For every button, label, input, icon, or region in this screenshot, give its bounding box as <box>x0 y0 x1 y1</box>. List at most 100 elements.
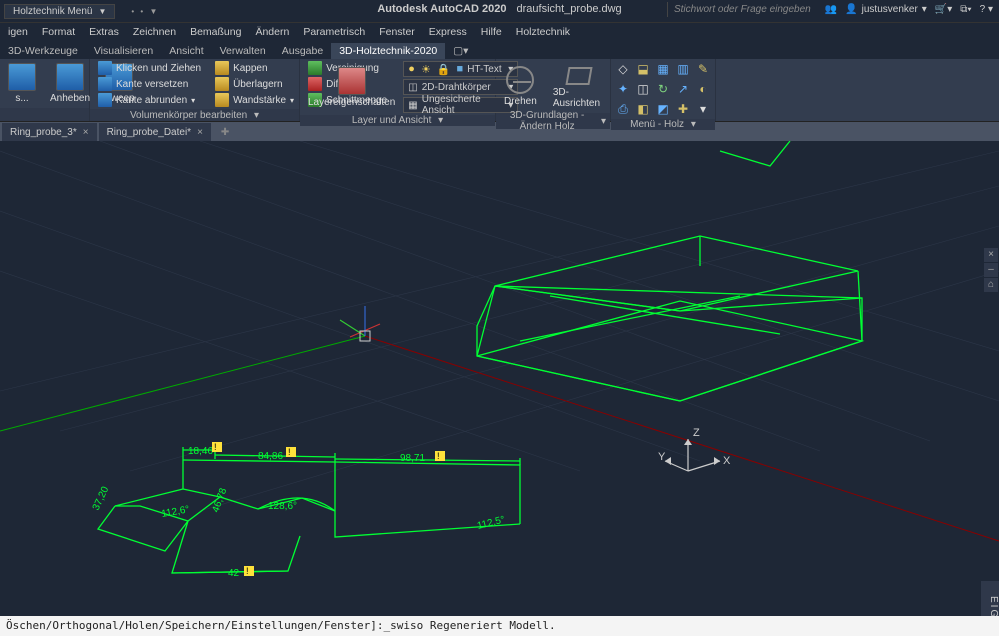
slice-button[interactable]: Kappen <box>213 61 296 75</box>
close-icon[interactable]: × <box>197 127 203 138</box>
menu-item[interactable]: Ändern <box>249 24 295 40</box>
ribbon-panel-grundlagen: Drehen 3D-Ausrichten 3D-Grundlagen - Änd… <box>496 59 611 121</box>
menu-item[interactable]: Express <box>423 24 473 40</box>
plot-icon: ■ <box>457 63 464 76</box>
ribbon-tab-addin-icon[interactable]: ▢▾ <box>445 43 476 59</box>
presspull-icon <box>98 61 112 75</box>
share-icon[interactable]: ⧉▾ <box>960 4 971 15</box>
fillet-edge-button[interactable]: Kante abrunden▾ <box>96 93 203 107</box>
chevron-down-icon: ▾ <box>922 4 927 15</box>
panel-title[interactable]: Volumenkörper bearbeiten <box>130 110 247 121</box>
drawing-canvas[interactable]: 18,46 ! 84,86 ! 98,71 ! 37,20 112,6° 46,… <box>0 141 999 617</box>
ucs-x-label: X <box>723 455 730 467</box>
tool-icon[interactable]: ◩ <box>655 101 671 117</box>
interfere-icon <box>215 77 229 91</box>
tool-icon[interactable]: ⬓ <box>635 61 651 77</box>
model-viewport[interactable]: 18,46 ! 84,86 ! 98,71 ! 37,20 112,6° 46,… <box>0 141 999 617</box>
presspull-button[interactable]: Klicken und Ziehen <box>96 61 203 75</box>
shell-icon <box>215 93 229 107</box>
command-line[interactable]: Öschen/Orthogonal/Holen/Speichern/Einste… <box>0 616 999 636</box>
ribbon-panel-menu: ◇⬓▦▥✎ ✦◫↻↗◐ ⎙◧◩✚▾ Menü - Holz ▾ <box>611 59 716 121</box>
ribbon-panel-layer: Layereigenschaften ●☀🔒■HT-Text▾ ◫2D-Drah… <box>300 59 496 121</box>
help-icon[interactable]: ? ▾ <box>980 4 993 15</box>
menu-item[interactable]: Bemaßung <box>184 24 247 40</box>
tool-icon[interactable]: ▾ <box>695 101 711 117</box>
menu-item[interactable]: Extras <box>83 24 125 40</box>
tool-icon[interactable]: ▦ <box>655 61 671 77</box>
fillet-icon <box>98 93 112 107</box>
qat-overflow-icon[interactable]: • • ▼ <box>131 7 159 16</box>
shell-button[interactable]: Wandstärke▾ <box>213 93 296 107</box>
close-icon[interactable]: × <box>83 127 89 138</box>
user-icon: 👤 <box>845 4 857 15</box>
layers-icon <box>338 67 366 95</box>
presspull-icon <box>56 63 84 91</box>
offset-edge-icon <box>98 77 112 91</box>
panel-title[interactable]: Menü - Holz <box>630 119 684 130</box>
solid-wireframe <box>477 236 862 401</box>
panel-title[interactable]: Layer und Ansicht <box>352 115 432 126</box>
new-tab-button[interactable]: ✚ <box>213 123 237 141</box>
sun-icon: ☀ <box>421 63 431 76</box>
tool-icon[interactable]: ◇ <box>615 61 631 77</box>
tool-icon[interactable]: ⎙ <box>615 101 631 117</box>
tool-icon[interactable]: ✦ <box>615 81 631 97</box>
ribbon-tab[interactable]: Ausgabe <box>274 43 331 59</box>
cart-icon[interactable]: 🛒▾ <box>935 4 952 15</box>
tool-icon[interactable]: ✎ <box>695 61 711 77</box>
document-tab[interactable]: Ring_probe_3*× <box>2 123 97 141</box>
close-viewport-icon[interactable]: × <box>984 248 998 262</box>
tool-icon[interactable]: ◧ <box>635 101 651 117</box>
file-name: draufsicht_probe.dwg <box>516 3 621 15</box>
ribbon-tab[interactable]: Verwalten <box>212 43 274 59</box>
presspull-button[interactable]: Anheben <box>48 61 92 106</box>
minimize-icon[interactable]: – <box>984 263 998 277</box>
ribbon-tab[interactable]: Ansicht <box>161 43 211 59</box>
ribbon-tab[interactable]: 3D-Werkzeuge <box>0 43 86 59</box>
tool-icon[interactable]: ✚ <box>675 101 691 117</box>
search-input[interactable]: Stichwort oder Frage eingeben <box>667 2 817 17</box>
properties-palette-tab[interactable]: EIGENSCHAFTEN <box>981 581 999 617</box>
user-menu[interactable]: 👤 justusvenker ▾ <box>845 4 927 15</box>
feature-button[interactable]: s... <box>6 61 38 106</box>
sign-in-icon[interactable]: 👥 <box>825 4 837 15</box>
offset-edge-button[interactable]: Kante versetzen <box>96 77 203 91</box>
menu-item[interactable]: igen <box>2 24 34 40</box>
menu-bar: igen Format Extras Zeichnen Bemaßung Änd… <box>0 22 999 41</box>
document-tab[interactable]: Ring_probe_Datei*× <box>99 123 211 141</box>
menu-item[interactable]: Fenster <box>373 24 421 40</box>
menu-item[interactable]: Parametrisch <box>297 24 371 40</box>
rotate-button[interactable]: Drehen <box>502 64 539 109</box>
align3d-button[interactable]: 3D-Ausrichten <box>551 61 604 111</box>
svg-text:112,5°: 112,5° <box>476 514 506 532</box>
title-bar: Holztechnik Menü ▼ • • ▼ Autodesk AutoCA… <box>0 0 999 22</box>
ribbon-panel-volumen: Klicken und Ziehen Kante versetzen Kante… <box>90 59 300 121</box>
svg-text:98,71: 98,71 <box>400 453 425 464</box>
tool-icon[interactable]: ▥ <box>675 61 691 77</box>
tool-icon[interactable]: ↻ <box>655 81 671 97</box>
svg-text:!: ! <box>437 451 440 461</box>
menu-item[interactable]: Holztechnik <box>510 24 576 40</box>
menu-item[interactable]: Hilfe <box>475 24 508 40</box>
interfere-button[interactable]: Überlagern <box>213 77 296 91</box>
ribbon-tab[interactable]: Visualisieren <box>86 43 161 59</box>
tool-icon[interactable]: ◫ <box>635 81 651 97</box>
tool-icon[interactable]: ◐ <box>695 81 711 97</box>
nav-bar: × – ⌂ <box>983 247 999 293</box>
ribbon-tab-active[interactable]: 3D-Holztechnik-2020 <box>331 43 445 59</box>
lightbulb-icon: ● <box>408 63 415 76</box>
svg-text:46,78: 46,78 <box>210 486 229 514</box>
tool-icon[interactable]: ↗ <box>675 81 691 97</box>
layer-properties-button[interactable]: Layereigenschaften <box>306 65 397 110</box>
panel-title[interactable]: 3D-Grundlagen - Ändern Holz <box>500 110 594 132</box>
tool-grid: ◇⬓▦▥✎ ✦◫↻↗◐ ⎙◧◩✚▾ <box>615 61 711 117</box>
cursor-crosshair <box>340 306 380 341</box>
svg-text:18,46: 18,46 <box>188 446 213 457</box>
menu-item[interactable]: Zeichnen <box>127 24 182 40</box>
app-menu-label: Holztechnik Menü <box>13 6 92 17</box>
app-menu-dropdown[interactable]: Holztechnik Menü ▼ <box>4 4 115 19</box>
menu-item[interactable]: Format <box>36 24 81 40</box>
home-icon[interactable]: ⌂ <box>984 278 998 292</box>
window-title: Autodesk AutoCAD 2020 draufsicht_probe.d… <box>377 3 621 15</box>
product-name: Autodesk AutoCAD 2020 <box>377 3 506 15</box>
